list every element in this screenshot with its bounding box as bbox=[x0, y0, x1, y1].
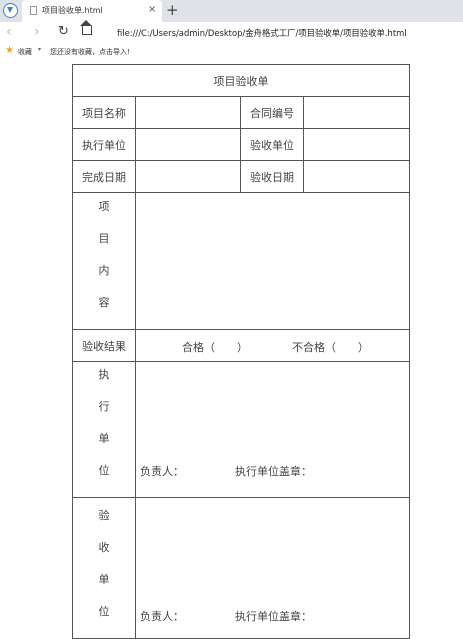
project-content-label: 项 目 内 容 bbox=[72, 192, 136, 330]
vertical-char: 目 bbox=[98, 232, 110, 245]
vertical-char: 项 bbox=[98, 200, 110, 213]
finish-date-value bbox=[135, 160, 241, 193]
project-name-label: 项目名称 bbox=[72, 96, 136, 129]
close-icon[interactable]: × bbox=[148, 4, 156, 16]
exec-seal-label: 执行单位盖章： bbox=[235, 610, 312, 623]
vertical-char: 容 bbox=[98, 296, 110, 309]
tab-title: 项目验收单.html bbox=[42, 6, 103, 15]
accept-unit-label: 验收单位 bbox=[240, 128, 304, 161]
forward-arrow-icon[interactable]: › bbox=[34, 24, 40, 40]
chevron-down-icon[interactable]: ▾ bbox=[38, 46, 41, 53]
responsible-label: 负责人： bbox=[140, 465, 184, 478]
contract-no-value bbox=[303, 96, 410, 129]
fail-option: 不合格（ ） bbox=[292, 341, 369, 354]
accept-section-label: 验 收 单 位 bbox=[72, 497, 136, 639]
finish-date-label: 完成日期 bbox=[72, 160, 136, 193]
bookmarks-empty-hint[interactable]: 您还没有收藏，点击导入! bbox=[50, 47, 130, 57]
tab-bar: 项目验收单.html × + bbox=[0, 0, 463, 22]
pass-option: 合格（ ） bbox=[182, 341, 248, 354]
project-name-value bbox=[135, 96, 241, 129]
project-content-value bbox=[135, 192, 410, 330]
reload-icon[interactable]: ↻ bbox=[58, 24, 69, 40]
accept-date-label: 验收日期 bbox=[240, 160, 304, 193]
vertical-char: 执 bbox=[98, 368, 110, 381]
bookmarks-label[interactable]: 收藏 bbox=[18, 47, 32, 57]
vertical-char: 单 bbox=[98, 432, 110, 445]
result-label: 验收结果 bbox=[72, 329, 136, 362]
result-options: 合格（ ） 不合格（ ） bbox=[135, 329, 410, 362]
back-arrow-icon[interactable]: ‹ bbox=[6, 24, 12, 40]
accept-unit-value bbox=[303, 128, 410, 161]
exec-seal-label: 执行单位盖章： bbox=[235, 465, 312, 478]
exec-unit-value bbox=[135, 128, 241, 161]
vertical-char: 行 bbox=[98, 400, 110, 413]
file-icon bbox=[30, 6, 37, 15]
bookmarks-bar: ★ 收藏 ▾ 您还没有收藏，点击导入! bbox=[0, 44, 463, 60]
exec-sign-area: 负责人： 执行单位盖章： bbox=[135, 361, 410, 498]
vertical-char: 收 bbox=[98, 541, 110, 554]
accept-date-value bbox=[303, 160, 410, 193]
vertical-char: 单 bbox=[98, 573, 110, 586]
vertical-char: 位 bbox=[98, 605, 110, 618]
responsible-label: 负责人： bbox=[140, 610, 184, 623]
vertical-char: 内 bbox=[98, 264, 110, 277]
address-bar[interactable]: file:///C:/Users/admin/Desktop/金舟格式工厂/项目… bbox=[117, 27, 407, 39]
vertical-char: 位 bbox=[98, 464, 110, 477]
home-icon[interactable] bbox=[80, 20, 92, 35]
acceptance-form: 项目验收单 项目名称 合同编号 执行单位 验收单位 完成日期 验收日期 项 目 … bbox=[72, 64, 410, 639]
contract-no-label: 合同编号 bbox=[240, 96, 304, 129]
browser-logo-icon[interactable] bbox=[3, 3, 18, 18]
form-table: 项目验收单 项目名称 合同编号 执行单位 验收单位 完成日期 验收日期 项 目 … bbox=[72, 64, 410, 639]
browser-toolbar: ‹ › ↻ file:///C:/Users/admin/Desktop/金舟格… bbox=[0, 20, 463, 45]
page-title: 项目验收单 bbox=[72, 64, 410, 97]
accept-sign-area: 负责人： 执行单位盖章： bbox=[135, 497, 410, 639]
vertical-char: 验 bbox=[98, 509, 110, 522]
exec-unit-label: 执行单位 bbox=[72, 128, 136, 161]
new-tab-button[interactable]: + bbox=[166, 2, 179, 18]
exec-section-label: 执 行 单 位 bbox=[72, 361, 136, 498]
browser-tab[interactable]: 项目验收单.html × bbox=[22, 0, 162, 22]
star-icon[interactable]: ★ bbox=[5, 45, 14, 57]
